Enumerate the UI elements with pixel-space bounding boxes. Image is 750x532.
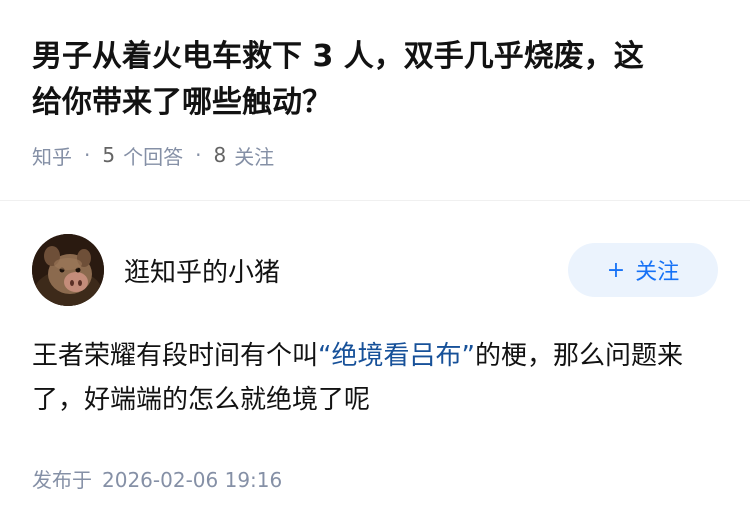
- plus-icon: +: [606, 257, 626, 283]
- question-header: 男子从着火电车救下 3 人，双手几乎烧废，这给你带来了哪些触动？ 知乎 · 5 …: [0, 0, 750, 170]
- follow-count: 8: [213, 143, 227, 167]
- answer-count-label[interactable]: 个回答: [123, 141, 183, 170]
- avatar[interactable]: [32, 234, 104, 306]
- meta-separator: ·: [84, 143, 91, 167]
- source-label[interactable]: 知乎: [32, 141, 72, 170]
- publish-info: 发布于 2026-02-06 19:16: [32, 464, 282, 493]
- meta-separator: ·: [195, 143, 202, 167]
- follow-count-label[interactable]: 关注: [234, 141, 274, 170]
- follow-button-label: 关注: [635, 260, 680, 285]
- author-bar: 逛知乎的小猪 + 关注: [32, 234, 718, 306]
- answer-count: 5: [102, 143, 116, 167]
- follow-button[interactable]: + 关注: [568, 243, 718, 297]
- answer-highlight-link[interactable]: “绝境看吕布”: [318, 341, 475, 371]
- question-title[interactable]: 男子从着火电车救下 3 人，双手几乎烧废，这给你带来了哪些触动？: [32, 34, 672, 126]
- author-name[interactable]: 逛知乎的小猪: [124, 252, 568, 289]
- pig-avatar-image: [32, 234, 104, 306]
- answer-content[interactable]: 王者荣耀有段时间有个叫“绝境看吕布”的梗，那么问题来了，好端端的怎么就绝境了呢: [32, 334, 722, 422]
- publish-time: 2026-02-06 19:16: [102, 468, 283, 492]
- question-meta: 知乎 · 5 个回答 · 8 关注: [32, 140, 718, 170]
- publish-label: 发布于: [32, 468, 92, 492]
- divider: [0, 200, 750, 201]
- answer-text-start: 王者荣耀有段时间有个叫: [32, 341, 319, 371]
